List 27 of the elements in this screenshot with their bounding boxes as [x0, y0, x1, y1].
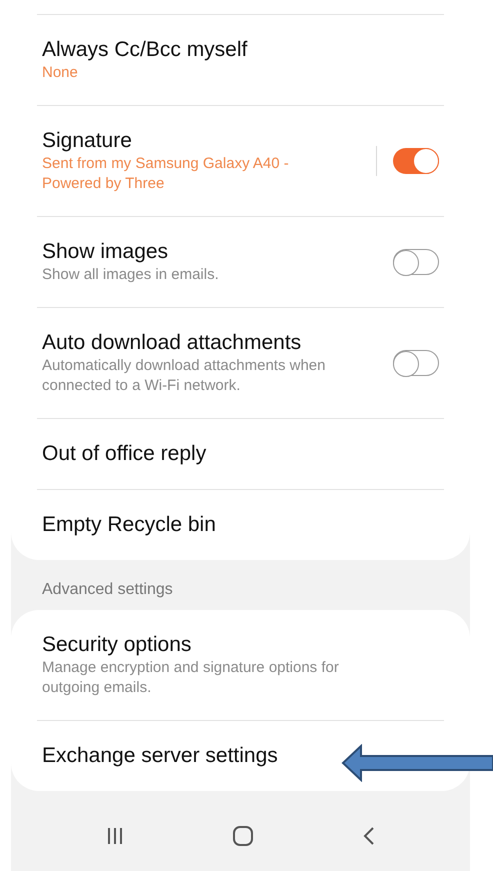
settings-row[interactable]: Signature Sent from my Samsung Galaxy A40 - Powered by Three: [42, 106, 439, 216]
setting-title: Empty Recycle bin: [42, 512, 217, 538]
section-header: Advanced settings: [41, 580, 174, 600]
setting-title: Out of office reply: [42, 441, 208, 467]
setting-title: Always Cc/Bcc myself: [42, 37, 248, 63]
toggle-switch[interactable]: [393, 350, 439, 376]
setting-title: Signature: [42, 128, 133, 154]
setting-title: Exchange server settings: [42, 743, 279, 769]
back-icon[interactable]: [362, 825, 376, 847]
setting-value: None: [42, 63, 79, 83]
setting-title: Auto download attachments: [42, 330, 302, 356]
setting-description: Automatically download attachments when connected to a Wi-Fi network.: [42, 356, 326, 396]
settings-row[interactable]: Out of office reply: [42, 419, 439, 489]
settings-row[interactable]: Show images Show all images in emails.: [42, 217, 439, 307]
settings-row[interactable]: Empty Recycle bin: [42, 490, 439, 560]
setting-description: Show all images in emails.: [42, 265, 220, 285]
settings-row[interactable]: Auto download attachments Automatically download attachments when connected to a Wi-Fi network.: [42, 308, 439, 418]
home-icon[interactable]: [232, 825, 254, 847]
setting-title: Show images: [42, 239, 170, 265]
setting-title: Security options: [42, 632, 192, 658]
toggle-switch[interactable]: [393, 148, 439, 174]
settings-row[interactable]: Security options Manage encryption and signature options for outgoing emails.: [42, 610, 439, 720]
toggle-switch[interactable]: [393, 249, 439, 275]
setting-value: Sent from my Samsung Galaxy A40 - Powered by Three: [42, 154, 290, 194]
setting-description: Manage encryption and signature options for outgoing emails.: [42, 658, 340, 698]
settings-row[interactable]: Exchange server settings: [42, 721, 439, 791]
settings-row[interactable]: Always Cc/Bcc myself None: [42, 15, 439, 105]
